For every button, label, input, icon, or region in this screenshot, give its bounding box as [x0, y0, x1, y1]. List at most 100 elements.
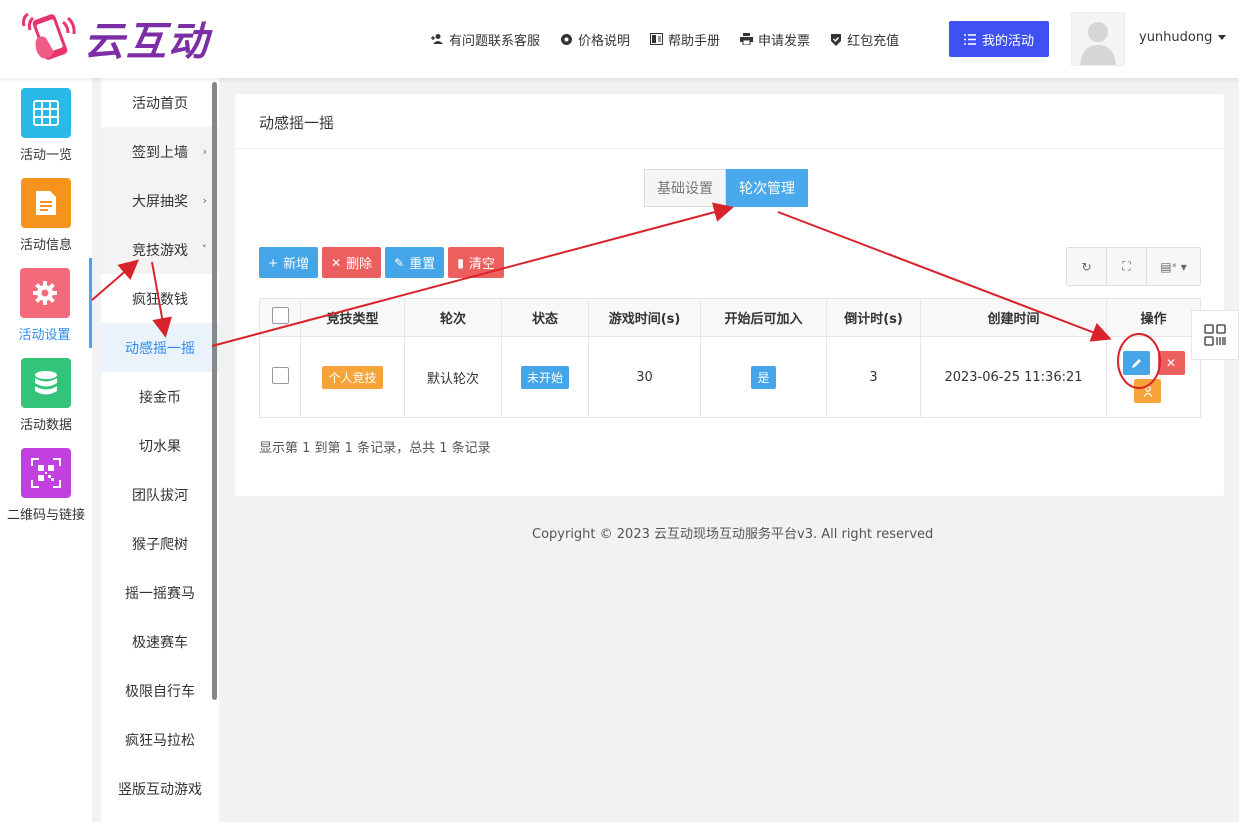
type-badge: 个人竞技 — [322, 365, 383, 389]
columns-toggle-button[interactable]: ▤ˣ ▾ — [1147, 248, 1200, 285]
avatar[interactable] — [1071, 12, 1125, 66]
row-checkbox[interactable] — [271, 366, 289, 384]
nav-pricing[interactable]: 价格说明 — [560, 30, 630, 49]
eraser-icon: ✎ — [394, 255, 405, 270]
nav-help-manual[interactable]: 帮助手册 — [650, 30, 720, 49]
sidebar-item-label: 活动一览 — [19, 148, 72, 163]
round-cell: 默认轮次 — [404, 336, 502, 418]
submenu-item-label: 摇一摇赛马 — [125, 585, 195, 602]
participants-button[interactable] — [1134, 379, 1161, 403]
sidebar-item-activity-data[interactable]: 活动数据 — [0, 348, 92, 438]
sidebar-item-activity-info[interactable]: 活动信息 — [0, 168, 92, 258]
select-all-checkbox[interactable] — [271, 307, 289, 324]
column-header[interactable]: 状态 — [501, 298, 589, 337]
sidebar-item-label: 活动信息 — [19, 238, 72, 253]
select-all-cell — [259, 298, 301, 337]
nav-contact-support-label: 有问题联系客服 — [449, 33, 541, 49]
refresh-button[interactable]: ↻ — [1067, 248, 1107, 285]
fullscreen-icon: ⛶ — [1122, 259, 1131, 273]
reset-button[interactable]: ✎ 重置 — [385, 247, 445, 278]
submenu-item[interactable]: 疯狂数钱 — [101, 274, 219, 323]
caret-down-icon — [1218, 35, 1227, 40]
tab-round-management[interactable]: 轮次管理 — [726, 169, 808, 207]
submenu-item[interactable]: 猴子爬树 — [101, 519, 219, 568]
sidebar-item-qrcode-links[interactable]: 二维码与链接 — [0, 438, 92, 528]
nav-contact-support[interactable]: 有问题联系客服 — [430, 30, 540, 49]
submenu-item-label: 签到上墙 — [132, 144, 188, 161]
clear-button[interactable]: ▮ 清空 — [448, 247, 504, 278]
column-header[interactable]: 游戏时间(s) — [588, 298, 701, 337]
sidebar-item-label: 活动数据 — [19, 418, 72, 433]
add-button[interactable]: + 新增 — [259, 247, 319, 278]
type-cell: 个人竞技 — [300, 336, 405, 418]
submenu-item[interactable]: 接金币 — [101, 372, 219, 421]
submenu-item[interactable]: 活动首页 — [101, 78, 219, 127]
countdown-cell: 3 — [826, 336, 921, 418]
submenu-item[interactable]: 大屏抽奖 › — [101, 176, 219, 225]
column-header[interactable]: 开始后可加入 — [700, 298, 827, 337]
submenu-item[interactable]: 摇一摇赛马 — [101, 568, 219, 617]
settings-icon — [561, 33, 573, 45]
copyright: Copyright © 2023 云互动现场互动服务平台v3. All righ… — [532, 527, 934, 542]
submenu-item[interactable]: 签到上墙 › — [101, 127, 219, 176]
my-activity-button[interactable]: 我的活动 — [949, 21, 1049, 57]
submenu-item[interactable]: 极速赛车 — [101, 617, 219, 666]
pencil-icon — [1131, 358, 1141, 368]
shield-check-icon — [831, 33, 842, 46]
refresh-icon: ↻ — [1081, 259, 1092, 274]
submenu-item[interactable]: 极限自行车 — [101, 666, 219, 715]
submenu-item-label: 动感摇一摇 — [125, 340, 195, 357]
submenu-item-label: 竞技游戏 — [132, 242, 188, 259]
sidebar-item-activity-overview[interactable]: 活动一览 — [0, 78, 92, 168]
submenu-item-label: 切水果 — [139, 438, 181, 455]
list-icon — [963, 33, 976, 45]
submenu-item[interactable]: 团队拔河 — [101, 470, 219, 519]
submenu-item[interactable]: 疯狂马拉松 — [101, 715, 219, 764]
tab-bar: 基础设置 轮次管理 — [644, 169, 808, 207]
sidebar-item-label: 活动设置 — [18, 328, 71, 343]
column-header[interactable]: 创建时间 — [920, 298, 1107, 337]
join-badge: 是 — [751, 365, 776, 389]
clear-button-label: 清空 — [468, 257, 495, 272]
user-silhouette-icon — [1080, 22, 1116, 65]
floating-qrcode-button[interactable] — [1191, 310, 1239, 360]
submenu-item-label: 疯狂马拉松 — [125, 732, 195, 749]
nav-red-packet-recharge[interactable]: 红包充值 — [830, 30, 899, 49]
submenu-item-active[interactable]: 动感摇一摇 — [101, 323, 219, 372]
column-header[interactable]: 竞技类型 — [300, 298, 405, 337]
submenu-item-label: 大屏抽奖 — [132, 193, 188, 210]
trash-icon: ▮ — [457, 255, 464, 270]
nav-invoice[interactable]: 申请发票 — [740, 30, 810, 49]
join-after-start-cell: 是 — [700, 336, 827, 418]
column-header[interactable]: 轮次 — [404, 298, 502, 337]
logo-text: 云互动 — [84, 19, 210, 65]
submenu-item[interactable]: 竞技游戏 ˅ — [101, 225, 219, 274]
submenu-item[interactable]: 竖版互动游戏 — [101, 764, 219, 813]
submenu-scrollbar[interactable] — [212, 82, 217, 700]
delete-button[interactable]: ✕ 删除 — [322, 247, 382, 278]
tab-basic-settings[interactable]: 基础设置 — [644, 169, 726, 207]
submenu-item-label: 接金币 — [139, 389, 181, 406]
user-menu[interactable]: yunhudong — [1139, 30, 1227, 45]
table-row: 个人竞技 默认轮次 未开始 30 是 3 2023-06-25 11:36:21… — [259, 336, 1201, 418]
document-icon — [21, 178, 71, 228]
submenu-item-label: 竖版互动游戏 — [118, 781, 202, 798]
game-time-cell: 30 — [588, 336, 701, 418]
created-time-cell: 2023-06-25 11:36:21 — [920, 336, 1107, 418]
sidebar-item-activity-settings[interactable]: 活动设置 — [0, 258, 92, 348]
fullscreen-button[interactable]: ⛶ — [1107, 248, 1147, 285]
edit-button[interactable] — [1122, 351, 1150, 375]
table-header-row: 竞技类型 轮次 状态 游戏时间(s) 开始后可加入 倒计时(s) 创建时间 操作 — [259, 298, 1201, 337]
phone-logo-icon — [22, 12, 76, 60]
gear-icon — [19, 268, 70, 318]
book-icon — [650, 33, 664, 45]
nav-invoice-label: 申请发票 — [758, 33, 811, 49]
column-header[interactable]: 倒计时(s) — [826, 298, 921, 337]
logo[interactable]: 云互动 — [20, 8, 210, 68]
my-activity-label: 我的活动 — [981, 33, 1034, 49]
submenu-item[interactable]: 切水果 — [101, 421, 219, 470]
delete-row-button[interactable]: ✕ — [1157, 351, 1185, 375]
reset-button-label: 重置 — [409, 257, 436, 272]
add-user-icon — [431, 34, 443, 44]
pagination-info: 显示第 1 到第 1 条记录，总共 1 条记录 — [259, 441, 491, 456]
